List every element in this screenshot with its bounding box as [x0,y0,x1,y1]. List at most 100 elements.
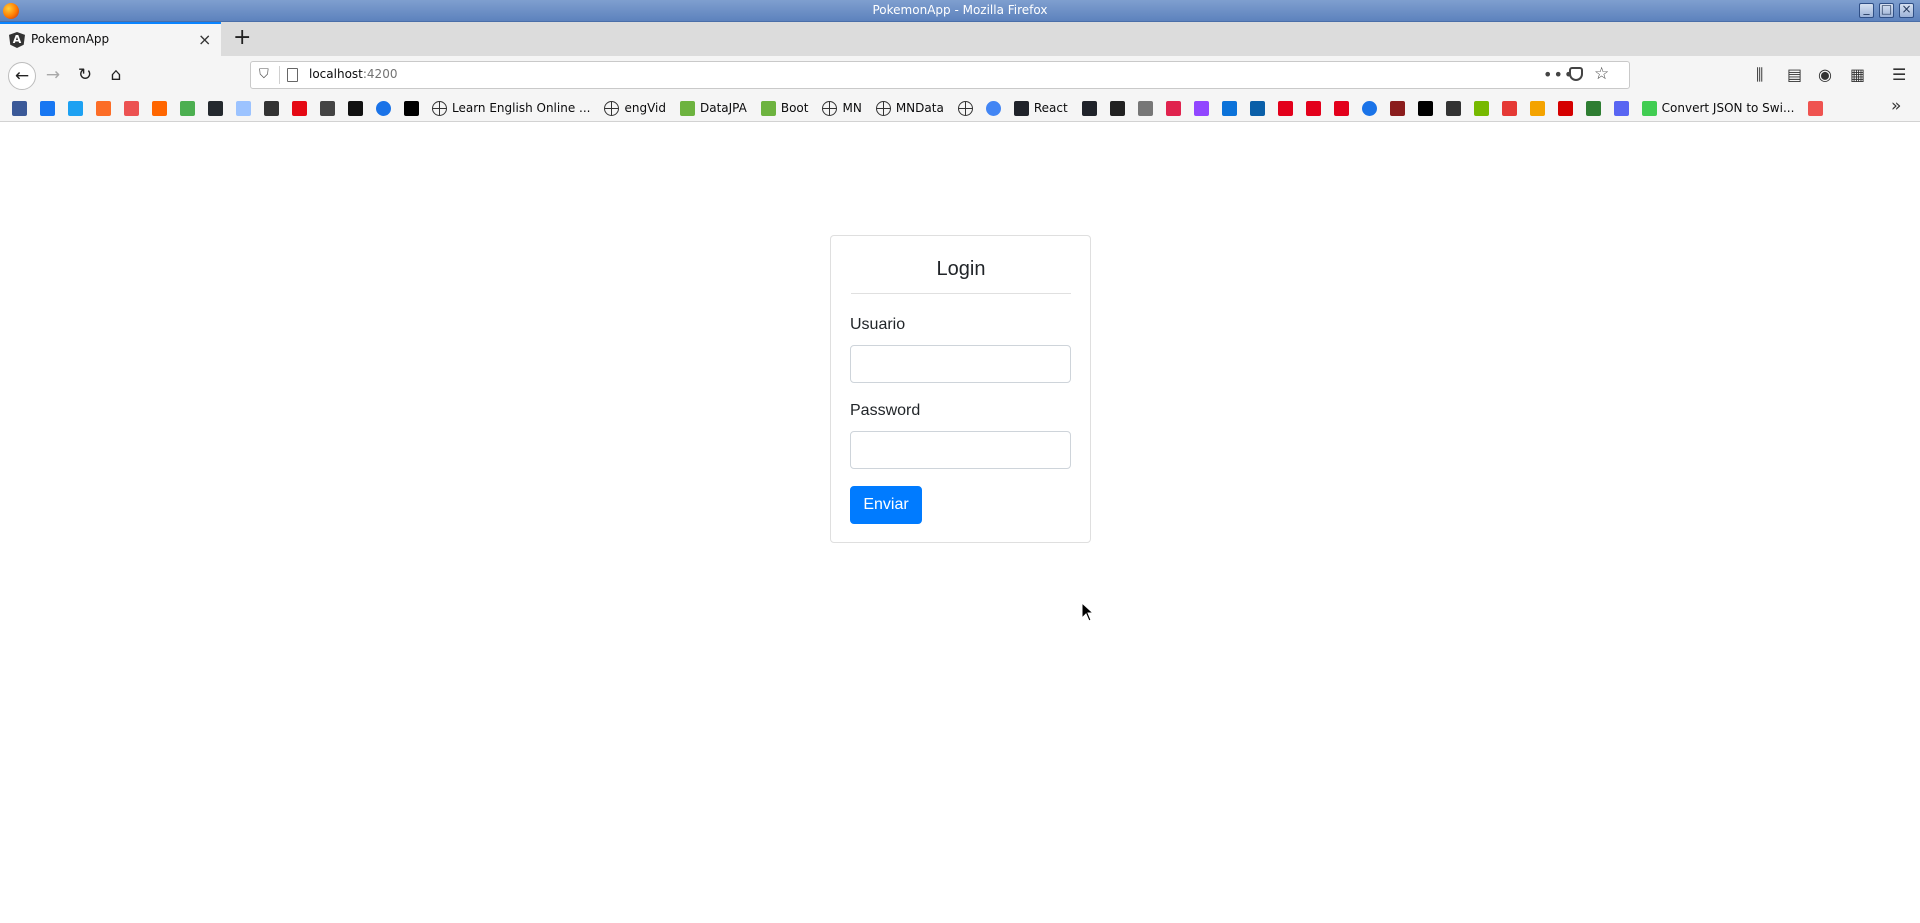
bookmark-item[interactable] [96,100,111,116]
bookmark-item[interactable] [40,100,55,116]
bookmark-item[interactable] [1305,100,1321,116]
bookmark-star-icon[interactable]: ☆ [1594,64,1609,84]
password-input[interactable] [850,431,1071,469]
bookmark-item[interactable] [1613,100,1629,116]
stack-icon [1501,100,1517,116]
facebook-icon [40,100,55,116]
spring-icon [679,100,695,116]
reload-button[interactable]: ↻ [73,63,97,87]
oracle-icon [1277,100,1293,116]
spring-icon [760,100,776,116]
bookmark-item[interactable] [236,100,251,116]
code-icon [1529,100,1545,116]
sidebar-icon[interactable]: ▤ [1787,65,1802,84]
bookmark-item[interactable] [1529,100,1545,116]
bookmark-item[interactable] [124,100,139,116]
bookmark-item[interactable]: React [1013,100,1068,116]
netflix-icon [292,100,307,116]
username-input[interactable] [850,345,1071,383]
bookmark-item[interactable] [1501,100,1517,116]
oracle-icon [1305,100,1321,116]
new-tab-button[interactable]: + [233,25,251,50]
bookmark-item[interactable] [1445,100,1461,116]
bookmark-item[interactable] [1585,100,1601,116]
play-icon [376,100,391,116]
a-icon [1417,100,1433,116]
tab-strip: A PokemonApp × + [0,22,1920,56]
close-tab-icon[interactable]: × [198,30,211,49]
bookmark-item[interactable]: DataJPA [679,100,747,116]
dev-icon [236,100,251,116]
extensions-icon[interactable]: ▦ [1850,65,1865,84]
bookmark-item[interactable] [985,100,1001,116]
bookmark-item[interactable] [1109,100,1125,116]
bookmark-item[interactable] [957,100,973,116]
library-icon[interactable]: ⫼ [1756,65,1763,85]
bookmark-item[interactable]: MNData [875,100,944,116]
bookmark-item[interactable] [152,100,167,116]
account-icon[interactable]: ◉ [1818,65,1832,84]
back-button[interactable]: ← [8,62,36,90]
react-icon [1013,100,1029,116]
bookmark-item[interactable] [1193,100,1209,116]
library-icon [264,100,279,116]
bookmark-item[interactable] [68,100,83,116]
twitter-icon [68,100,83,116]
bookmark-item[interactable] [1137,100,1153,116]
url-bar[interactable]: ⛉ localhost:4200 ••• ☆ [250,61,1630,89]
bookmark-item[interactable] [1417,100,1433,116]
ycombinator-icon [152,100,167,116]
bookmarks-overflow-icon[interactable]: » [1891,96,1901,116]
bookmark-item[interactable] [180,100,195,116]
gitlab-icon [96,100,111,116]
pocket-icon[interactable] [1569,67,1583,81]
oracle-icon [1333,100,1349,116]
menu-icon[interactable]: ☰ [1892,65,1906,84]
bookmark-item[interactable] [12,100,27,116]
navigation-toolbar: ← → ↻ ⌂ ⛉ localhost:4200 ••• ☆ ⫼ ▤ ◉ ▦ ☰ [0,56,1920,94]
bookmark-label: Learn English Online ... [452,101,591,115]
bookmark-item[interactable] [1165,100,1181,116]
bookmark-item[interactable] [1277,100,1293,116]
bookmark-item[interactable] [208,100,223,116]
bookmark-item[interactable] [292,100,307,116]
bookmark-item[interactable] [264,100,279,116]
close-window-button[interactable] [1899,2,1914,18]
bookmark-item[interactable] [1249,100,1265,116]
react-dark-icon [1081,100,1097,116]
bookmark-item[interactable] [1808,100,1824,116]
bookmark-item[interactable] [1389,100,1405,116]
bookmark-item[interactable] [376,100,391,116]
bookmark-item[interactable] [1473,100,1489,116]
bookmark-item[interactable] [1361,100,1377,116]
bookmark-item[interactable] [1333,100,1349,116]
password-label: Password [850,402,921,419]
submit-button[interactable]: Enviar [850,486,922,524]
globe-icon [432,100,447,116]
bookmark-label: React [1033,101,1068,115]
bookmark-item[interactable]: MN [822,100,862,116]
bookmark-item[interactable]: Learn English Online ... [432,100,590,116]
bookmark-item[interactable] [1221,100,1237,116]
bookmark-item[interactable] [320,100,335,116]
qt-icon [1641,100,1657,116]
maximize-button[interactable] [1879,2,1894,18]
bookmark-item[interactable] [404,100,419,116]
bookmark-item[interactable]: Convert JSON to Swi... [1641,100,1794,116]
bookmark-item[interactable]: Boot [760,100,808,116]
page-info-icon[interactable] [287,68,298,82]
bookmark-item[interactable] [1557,100,1573,116]
ghost-icon [1137,100,1153,116]
home-button[interactable]: ⌂ [104,63,128,87]
tab-pokemonapp[interactable]: A PokemonApp × [0,22,221,56]
page-icon [320,100,335,116]
login-title: Login [851,254,1071,294]
tracking-shield-icon[interactable]: ⛉ [259,67,269,82]
globe-icon [875,100,891,116]
minimize-button[interactable] [1859,1,1874,18]
bookmark-item[interactable]: engVid [604,100,666,116]
bookmark-item[interactable] [348,100,363,116]
bookmark-item[interactable] [1081,100,1097,116]
forward-button[interactable]: → [41,63,65,87]
url-text[interactable]: localhost:4200 [309,67,397,81]
